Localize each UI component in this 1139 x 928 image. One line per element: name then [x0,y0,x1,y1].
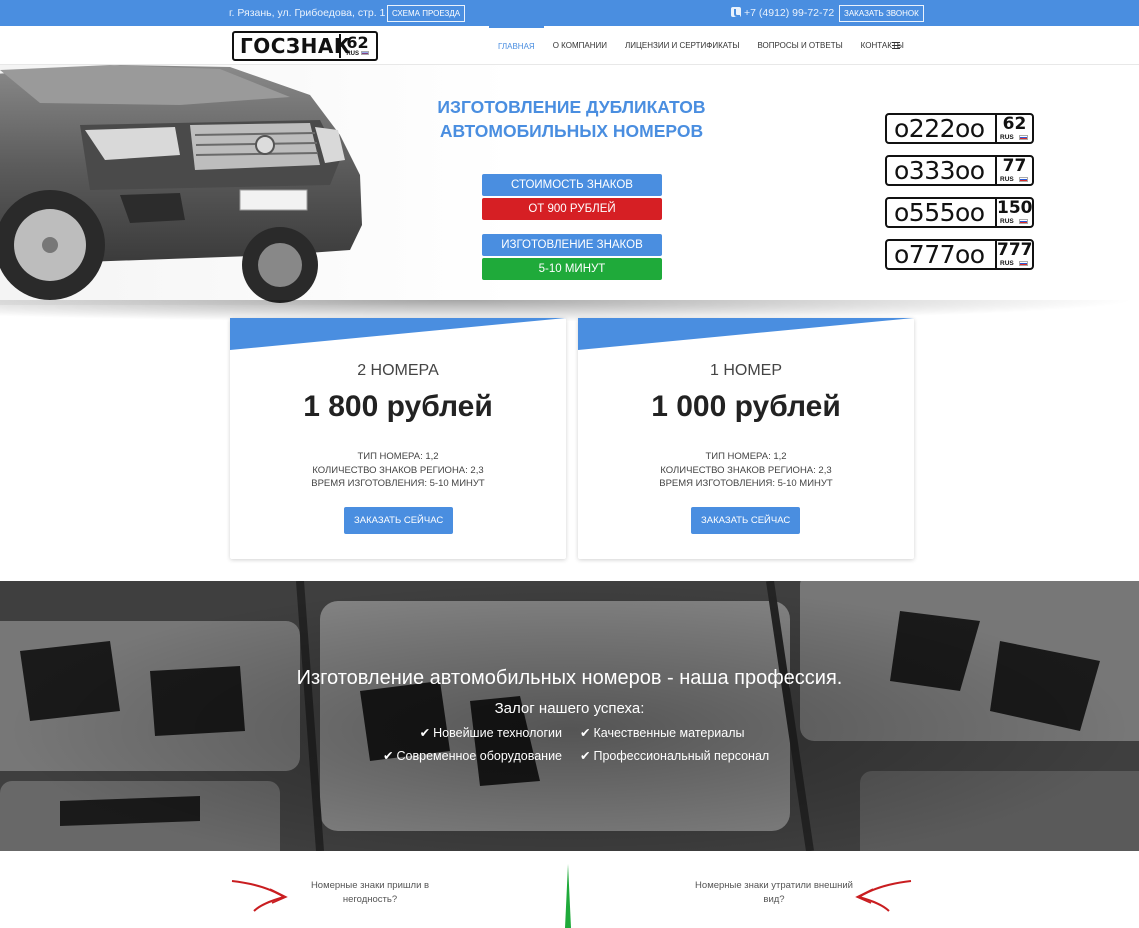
check-icon: ✔ [580,749,591,763]
flag-icon [360,51,369,55]
make-button[interactable]: ИЗГОТОВЛЕНИЕ ЗНАКОВ [482,234,662,256]
hero-title-line2: АВТОМОБИЛЬНЫХ НОМЕРОВ [439,121,704,141]
banner-subheading: Залог нашего успеха: [494,700,645,717]
cost-button[interactable]: СТОИМОСТЬ ЗНАКОВ [482,174,662,196]
phone-link[interactable]: +7 (4912) 99-72-72 [731,7,834,19]
card-price: 1 000 рублей [651,390,841,423]
plate-sample-2: о333оо 77 RUS [885,155,1034,186]
problems-section: Номерные знаки пришли в негодность? Номе… [0,851,1139,928]
plate-number: о555оо [894,198,985,227]
top-bar: г. Рязань, ул. Грибоедова, стр. 1 СХЕМА … [0,0,1139,26]
hero-shadow [0,300,1139,322]
nav-item-licenses[interactable]: ЛИЦЕНЗИИ И СЕРТИФИКАТЫ [616,26,748,65]
plate-sample-1: о222оо 62 RUS [885,113,1034,144]
cost-value-badge: ОТ 900 РУБЛЕЙ [482,198,662,220]
make-time-badge: 5-10 МИНУТ [482,258,662,280]
arrow-right-icon [231,880,288,912]
price-card-two: 2 НОМЕРА 1 800 рублей ТИП НОМЕРА: 1,2 КО… [230,318,566,559]
check-icon: ✔ [580,726,591,740]
plate-number: о222оо [894,114,985,143]
order-now-button[interactable]: ЗАКАЗАТЬ СЕЙЧАС [344,507,454,534]
address-text: г. Рязань, ул. Грибоедова, стр. 1 [229,7,386,19]
hamburger-icon[interactable] [892,42,900,49]
hero-title: ИЗГОТОВЛЕНИЕ ДУБЛИКАТОВ АВТОМОБИЛЬНЫХ НО… [400,95,743,143]
flag-icon [1019,135,1028,140]
logo-region: 62 RUS [339,34,374,58]
arrow-left-icon [855,880,912,912]
card-feature: ВРЕМЯ ИЗГОТОВЛЕНИЯ: 5-10 МИНУТ [311,478,485,489]
card-band [578,318,914,350]
logo[interactable]: ГОСЗНАК 62 RUS [232,31,378,61]
profession-banner: Изготовление автомобильных номеров - наш… [0,581,1139,851]
card-feature: ТИП НОМЕРА: 1,2 [705,451,787,462]
plate-region: 77 [1002,156,1027,176]
phone-number: +7 (4912) 99-72-72 [744,7,835,19]
logo-rus: RUS [346,51,359,57]
plate-region: 150 [997,198,1033,218]
plate-sample-4: о777оо 777 RUS [885,239,1034,270]
question-worn: Номерные знаки утратили внешний вид? [695,880,853,905]
plate-sample-3: о555оо 150 RUS [885,197,1034,228]
phone-icon [731,7,741,17]
advantage-item: ✔ Качественные материалы [580,726,745,740]
price-card-one: 1 НОМЕР 1 000 рублей ТИП НОМЕРА: 1,2 КОЛ… [578,318,914,559]
nav-item-home[interactable]: ГЛАВНАЯ [489,26,544,65]
card-feature: ТИП НОМЕРА: 1,2 [357,451,439,462]
flag-icon [1019,177,1028,182]
question-broken: Номерные знаки пришли в негодность? [310,880,430,905]
advantage-item: ✔ Современное оборудование [383,749,562,763]
check-icon: ✔ [383,749,394,763]
map-button[interactable]: СХЕМА ПРОЕЗДА [387,5,466,22]
advantage-item: ✔ Профессиональный персонал [580,749,770,763]
divider-line [565,864,571,928]
plate-region: 777 [997,240,1033,260]
nav-item-contacts[interactable]: КОНТАКТЫ [852,26,913,65]
card-title: 1 НОМЕР [709,362,782,379]
flag-icon [1019,261,1028,266]
check-icon: ✔ [419,726,431,740]
plate-number: о333оо [894,156,985,185]
plate-number: о777оо [894,240,985,269]
logo-text: ГОСЗНАК [240,34,351,58]
hero-title-line1: ИЗГОТОВЛЕНИЕ ДУБЛИКАТОВ [437,97,706,117]
logo-region-number: 62 [346,33,369,52]
card-feature: ВРЕМЯ ИЗГОТОВЛЕНИЯ: 5-10 МИНУТ [659,478,833,489]
nav-item-about[interactable]: О КОМПАНИИ [544,26,616,65]
hero-section: ИЗГОТОВЛЕНИЕ ДУБЛИКАТОВ АВТОМОБИЛЬНЫХ НО… [0,65,1139,305]
card-band [230,318,566,350]
callback-button[interactable]: ЗАКАЗАТЬ ЗВОНОК [839,5,924,22]
header: ГОСЗНАК 62 RUS ГЛАВНАЯ О КОМПАНИИ ЛИЦЕНЗ… [0,26,1139,65]
advantage-item: ✔ Новейшие технологии [419,726,562,740]
main-nav: ГЛАВНАЯ О КОМПАНИИ ЛИЦЕНЗИИ И СЕРТИФИКАТ… [489,26,913,65]
card-title: 2 НОМЕРА [357,362,439,379]
card-feature: КОЛИЧЕСТВО ЗНАКОВ РЕГИОНА: 2,3 [312,464,484,476]
banner-heading: Изготовление автомобильных номеров - наш… [296,667,843,689]
flag-icon [1019,219,1028,224]
order-now-button[interactable]: ЗАКАЗАТЬ СЕЙЧАС [691,507,801,534]
plate-region: 62 [1002,114,1027,134]
nav-item-faq[interactable]: ВОПРОСЫ И ОТВЕТЫ [748,26,851,65]
car-image [0,65,362,303]
card-price: 1 800 рублей [303,390,493,423]
card-features: ТИП НОМЕРА: 1,2 КОЛИЧЕСТВО ЗНАКОВ РЕГИОН… [230,450,566,491]
card-feature: КОЛИЧЕСТВО ЗНАКОВ РЕГИОНА: 2,3 [660,464,832,476]
card-features: ТИП НОМЕРА: 1,2 КОЛИЧЕСТВО ЗНАКОВ РЕГИОН… [578,450,914,491]
